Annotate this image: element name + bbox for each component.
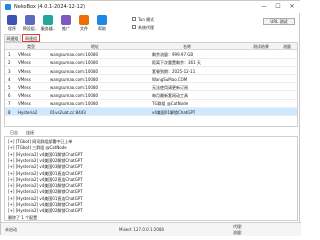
program-button[interactable]: 程序 xyxy=(4,14,20,32)
url-test-button[interactable]: URL 测试 xyxy=(263,18,295,25)
table-row[interactable]: 7 VMess wangsumao.com:10080 TG群组 @CatNod… xyxy=(5,100,297,108)
row-number: 5 xyxy=(8,85,11,91)
log-line: [+] [Hysteria2] v4美国02解锁ChatGPT xyxy=(8,189,83,195)
table-row[interactable]: 5 VMess wangsumao.com:10080 无法使用请更新订阅 xyxy=(5,83,297,92)
row-number: 3 xyxy=(8,68,11,74)
status-bar: 未启动 Mixed: 127.0.0.1:2080 代理: 流量: xyxy=(1,222,301,236)
file-label: 文件 xyxy=(80,26,88,31)
row-address: wangsumao.com:10080 xyxy=(50,76,99,82)
row-number: 6 xyxy=(8,93,11,99)
row-type: VMess xyxy=(18,93,31,99)
promotion-label: 推广 xyxy=(62,26,70,31)
row-name: 每月最新套网动工具 xyxy=(152,93,188,99)
file-button[interactable]: 文件 xyxy=(76,14,92,32)
program-label: 程序 xyxy=(8,26,16,31)
row-name: 距离下次重置剩余：361 天 xyxy=(152,60,201,66)
title-bar: NekoBox (4.0.1-2024-12-12) — ☐ ✕ xyxy=(1,1,301,13)
table-row[interactable]: 1 VMess wangsumao.com:10080 剩余流量：999.97 … xyxy=(5,51,297,59)
table-row-selected[interactable]: 8 Hysteria2 01vs2uat.cc:8443 v4美国01解锁Cha… xyxy=(5,107,297,117)
help-button[interactable]: 帮助 xyxy=(94,14,110,32)
file-icon xyxy=(79,15,89,25)
log-line: [+] [Hysteria2] v4美国01直连ChatGPT xyxy=(8,170,83,176)
tab-group-1[interactable]: 网速组 xyxy=(4,34,21,42)
row-address: wangsumao.com:10080 xyxy=(50,60,99,66)
minimize-button[interactable]: — xyxy=(259,3,269,11)
server-table: 类型 地址 名称 测试结果 流量 1 VMess wangsumao.com:1… xyxy=(4,42,298,127)
row-type: VMess xyxy=(18,101,31,107)
server-label: 服务器.. xyxy=(40,26,56,31)
row-name: 剩余流量：999.97 GB xyxy=(152,52,194,58)
column-traffic[interactable]: 流量 xyxy=(283,44,291,50)
log-panel[interactable]: [+] [TGbot] 网讯群组部署中已上单 [+] [TGbot] 三群组 @… xyxy=(4,136,298,221)
log-line: [+] [TGbot] 三群组 @CatNode xyxy=(8,145,67,151)
status-mixed-address: Mixed: 127.0.0.1:2080 xyxy=(119,227,165,232)
row-name: WangSuMao.COM xyxy=(152,76,188,82)
log-line: [+] [Hysteria2] v4美国01直连ChatGPT xyxy=(8,195,83,201)
column-test-result[interactable]: 测试结果 xyxy=(253,44,269,50)
log-line: [+] [Hysteria2] v4美国02直连ChatGPT xyxy=(8,176,83,182)
row-name: TG群组 @CatNode xyxy=(152,101,189,107)
row-type: VMess xyxy=(18,68,31,74)
close-button[interactable]: ✕ xyxy=(287,3,297,11)
column-name[interactable]: 名称 xyxy=(183,44,191,50)
row-address: wangsumao.com:10080 xyxy=(50,68,99,74)
server-icon xyxy=(43,15,53,25)
row-number: 8 xyxy=(8,109,11,115)
row-number: 4 xyxy=(8,76,11,82)
system-proxy-checkbox[interactable] xyxy=(132,25,136,29)
help-icon xyxy=(97,15,107,25)
app-window: NekoBox (4.0.1-2024-12-12) — ☐ ✕ 程序 预设组.… xyxy=(0,0,301,236)
row-address: wangsumao.com:10080 xyxy=(50,101,99,107)
row-address: wangsumao.com:10080 xyxy=(50,52,99,58)
preset-button[interactable]: 预设组.. xyxy=(22,14,38,32)
promotion-button[interactable]: 推广 xyxy=(58,14,74,32)
table-row[interactable]: 3 VMess wangsumao.com:10080 套餐到期：2025-12… xyxy=(5,67,297,76)
tun-mode-label: Tun 模式 xyxy=(138,16,155,22)
row-type: VMess xyxy=(18,85,31,91)
status-traffic-label: 流量: xyxy=(233,230,243,235)
row-name: v4美国01解锁ChatGPT xyxy=(152,109,196,115)
window-title: NekoBox (4.0.1-2024-12-12) xyxy=(14,4,85,10)
table-row[interactable]: 4 VMess wangsumao.com:10080 WangSuMao.CO… xyxy=(5,75,297,84)
system-proxy-label: 系统代理 xyxy=(138,24,154,30)
status-running-state: 未启动 xyxy=(5,227,17,232)
row-number: 7 xyxy=(8,101,11,107)
table-header: 类型 地址 名称 测试结果 流量 xyxy=(5,43,297,50)
row-type: VMess xyxy=(18,52,31,58)
row-number: 2 xyxy=(8,60,11,66)
preset-icon xyxy=(25,15,35,25)
log-line: [+] [Hysteria2] v4美国03解锁ChatGPT xyxy=(8,164,83,170)
column-address[interactable]: 地址 xyxy=(91,44,99,50)
preset-label: 预设组.. xyxy=(22,26,38,31)
program-icon xyxy=(7,15,17,25)
log-line: [+] [Hysteria2] v4美国02解锁ChatGPT xyxy=(8,157,83,163)
server-button[interactable]: 服务器.. xyxy=(40,14,56,32)
help-label: 帮助 xyxy=(98,26,106,31)
log-line: 删除了 1 个配置 xyxy=(8,214,38,220)
row-name: 无法使用请更新订阅 xyxy=(152,85,188,91)
row-name: 套餐到期：2025-12-11 xyxy=(152,68,196,74)
tab-connections[interactable]: 连接 xyxy=(26,129,34,136)
row-number: 1 xyxy=(8,52,11,58)
table-row[interactable]: 2 VMess wangsumao.com:10080 距离下次重置剩余：361… xyxy=(5,59,297,67)
app-logo-icon xyxy=(5,4,11,10)
log-line: [+] [Hysteria2] v4美国02解锁ChatGPT xyxy=(8,208,83,214)
table-row[interactable]: 6 VMess wangsumao.com:10080 每月最新套网动工具 xyxy=(5,92,297,100)
row-address: 01vs2uat.cc:8443 xyxy=(50,109,86,115)
tab-group-2[interactable]: 网速组 xyxy=(22,34,40,42)
row-type: VMess xyxy=(18,60,31,66)
log-line: [+] [Hysteria2] v4美国01解锁ChatGPT xyxy=(8,151,83,157)
maximize-button[interactable]: ☐ xyxy=(273,3,283,11)
row-type: Hysteria2 xyxy=(18,109,38,115)
column-type[interactable]: 类型 xyxy=(27,44,35,50)
promotion-icon xyxy=(61,15,71,25)
tun-mode-checkbox[interactable] xyxy=(132,17,136,21)
tab-log[interactable]: 日志 xyxy=(10,129,18,136)
row-type: VMess xyxy=(18,76,31,82)
row-address: wangsumao.com:10080 xyxy=(50,93,99,99)
row-address: wangsumao.com:10080 xyxy=(50,85,99,91)
